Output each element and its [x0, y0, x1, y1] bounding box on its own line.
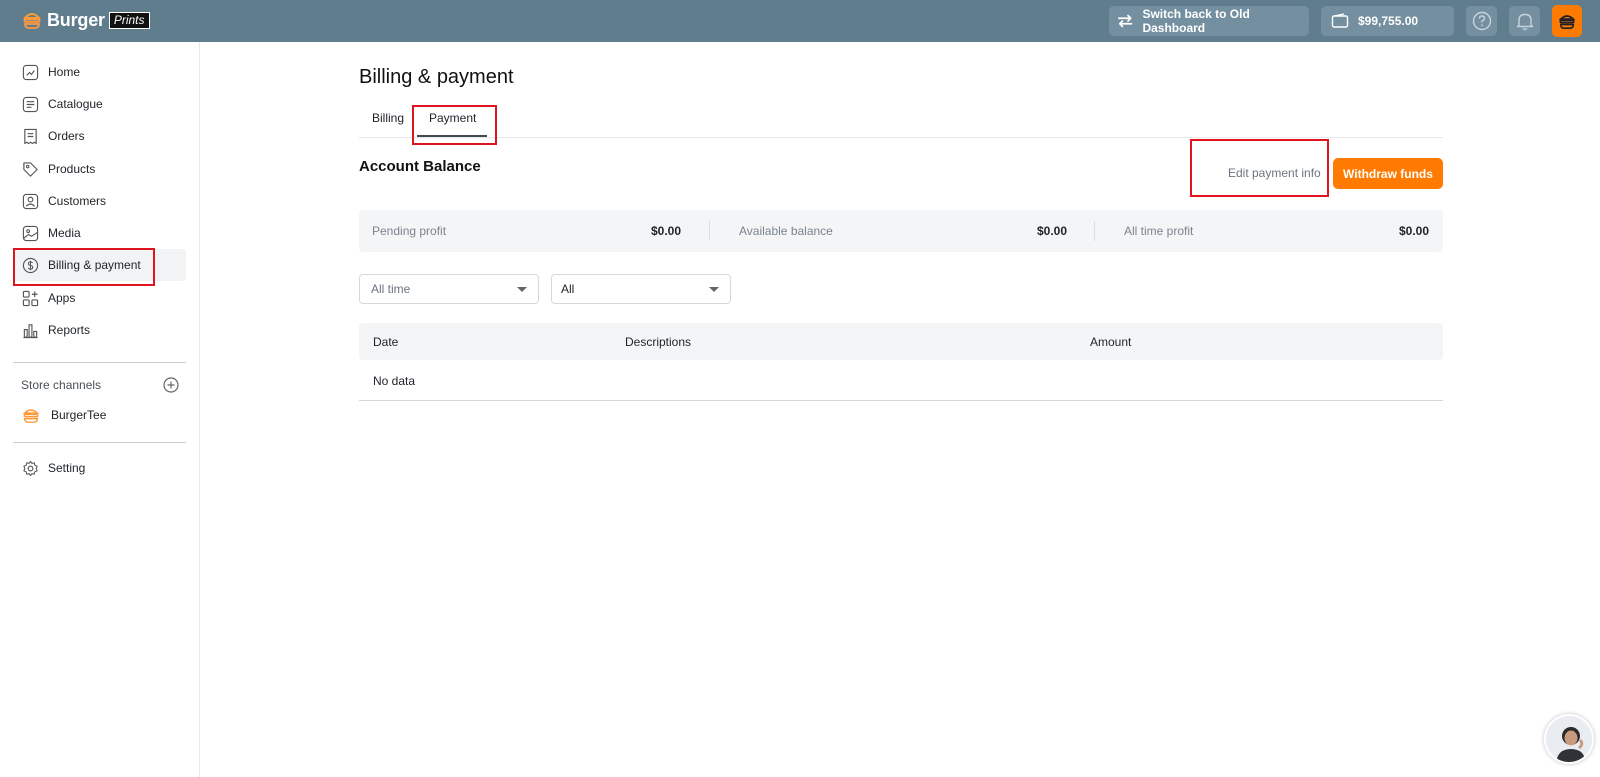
wallet-balance-button[interactable]: $99,755.00 [1321, 6, 1454, 36]
channel-name: BurgerTee [51, 408, 107, 422]
active-tab-indicator [417, 135, 487, 137]
customer-icon [22, 193, 39, 209]
sidebar-item-media[interactable]: Media [13, 217, 186, 249]
wallet-icon [1331, 13, 1349, 28]
brand-name: Burger [47, 9, 105, 30]
sidebar-item-reports[interactable]: Reports [13, 314, 186, 346]
sidebar-item-label: Media [48, 226, 81, 240]
column-descriptions: Descriptions [625, 335, 692, 349]
account-avatar-button[interactable] [1552, 5, 1582, 37]
caret-down-icon [517, 287, 527, 292]
sidebar-item-label: Orders [48, 129, 85, 143]
brand-sub: Prints [108, 11, 150, 29]
stat-divider [709, 221, 710, 241]
tab-bar: Billing Payment [359, 106, 1443, 138]
image-icon [22, 225, 39, 241]
add-channel-icon[interactable] [163, 377, 179, 393]
store-channels-label: Store channels [21, 378, 102, 392]
pending-profit-value: $0.00 [650, 224, 681, 238]
top-bar: Burger Prints Switch back to Old Dashboa… [0, 0, 1600, 42]
brand-logo[interactable]: Burger Prints [22, 8, 150, 32]
bar-chart-icon [23, 323, 38, 338]
sidebar-item-orders[interactable]: Orders [13, 120, 186, 152]
wallet-balance: $99,755.00 [1358, 14, 1419, 28]
stat-divider [1094, 221, 1095, 241]
support-person-icon [1546, 716, 1592, 762]
sidebar-item-label: Billing & payment [48, 258, 141, 272]
sidebar-item-label: Setting [48, 461, 86, 475]
type-select[interactable]: All [551, 274, 731, 304]
all-time-profit-label: All time profit [1124, 224, 1194, 238]
caret-down-icon [709, 287, 719, 292]
channel-burgertee[interactable]: BurgerTee [22, 406, 106, 424]
table-bottom-border [359, 400, 1443, 401]
page-title: Billing & payment [359, 66, 514, 88]
switch-dashboard-label: Switch back to Old Dashboard [1142, 7, 1250, 35]
sidebar-item-catalogue[interactable]: Catalogue [13, 88, 186, 120]
support-chat-avatar[interactable] [1544, 714, 1594, 764]
switch-arrows-icon [1118, 14, 1133, 28]
dollar-circle-icon [22, 257, 39, 273]
table-empty-text: No data [373, 374, 416, 388]
sidebar-item-label: Products [48, 162, 96, 176]
available-balance-label: Available balance [739, 224, 833, 238]
sidebar-item-label: Reports [48, 323, 91, 337]
apps-grid-icon [22, 290, 39, 306]
notifications-button[interactable] [1509, 6, 1540, 36]
edit-payment-info-link[interactable]: Edit payment info [1228, 166, 1321, 180]
pending-profit-label: Pending profit [372, 224, 447, 238]
time-range-value: All time [371, 282, 411, 296]
sidebar-item-label: Home [48, 65, 81, 79]
sidebar-item-setting[interactable]: Setting [13, 452, 186, 484]
column-amount: Amount [1090, 335, 1132, 349]
withdraw-funds-button[interactable]: Withdraw funds [1333, 158, 1443, 189]
catalogue-icon [22, 96, 39, 112]
home-chart-icon [22, 64, 39, 80]
help-button[interactable] [1466, 6, 1497, 36]
gear-icon [23, 460, 38, 476]
sidebar-item-home[interactable]: Home [13, 56, 186, 88]
burger-channel-icon [22, 409, 40, 423]
top-actions: Switch back to Old Dashboard $99,755.00 [1109, 4, 1582, 38]
balance-stats: Pending profit $0.00 Available balance $… [359, 210, 1443, 252]
orders-icon [24, 128, 37, 144]
help-icon [1472, 11, 1491, 31]
sidebar-divider [13, 442, 186, 443]
burger-logo-icon [22, 13, 42, 29]
sidebar: Home Catalogue Orders Products Customers… [0, 42, 200, 777]
account-balance-title: Account Balance [359, 158, 481, 175]
time-range-select[interactable]: All time [359, 274, 539, 304]
tag-icon [23, 161, 38, 177]
sidebar-divider [13, 362, 186, 363]
column-date: Date [373, 335, 399, 349]
switch-dashboard-button[interactable]: Switch back to Old Dashboard [1109, 6, 1309, 36]
tab-billing[interactable]: Billing [372, 111, 404, 125]
table-header: Date Descriptions Amount [359, 323, 1443, 360]
all-time-profit-value: $0.00 [1398, 224, 1429, 238]
sidebar-item-billing-payment[interactable]: Billing & payment [13, 249, 186, 281]
sidebar-item-customers[interactable]: Customers [13, 185, 186, 217]
type-value: All [561, 282, 575, 296]
sidebar-item-products[interactable]: Products [13, 153, 186, 185]
sidebar-item-label: Catalogue [48, 97, 103, 111]
bell-icon [1516, 13, 1533, 31]
sidebar-item-label: Customers [48, 194, 107, 208]
tab-payment[interactable]: Payment [429, 111, 476, 125]
burger-avatar-icon [1558, 15, 1576, 30]
available-balance-value: $0.00 [1036, 224, 1067, 238]
sidebar-item-label: Apps [48, 291, 76, 305]
sidebar-item-apps[interactable]: Apps [13, 282, 186, 314]
